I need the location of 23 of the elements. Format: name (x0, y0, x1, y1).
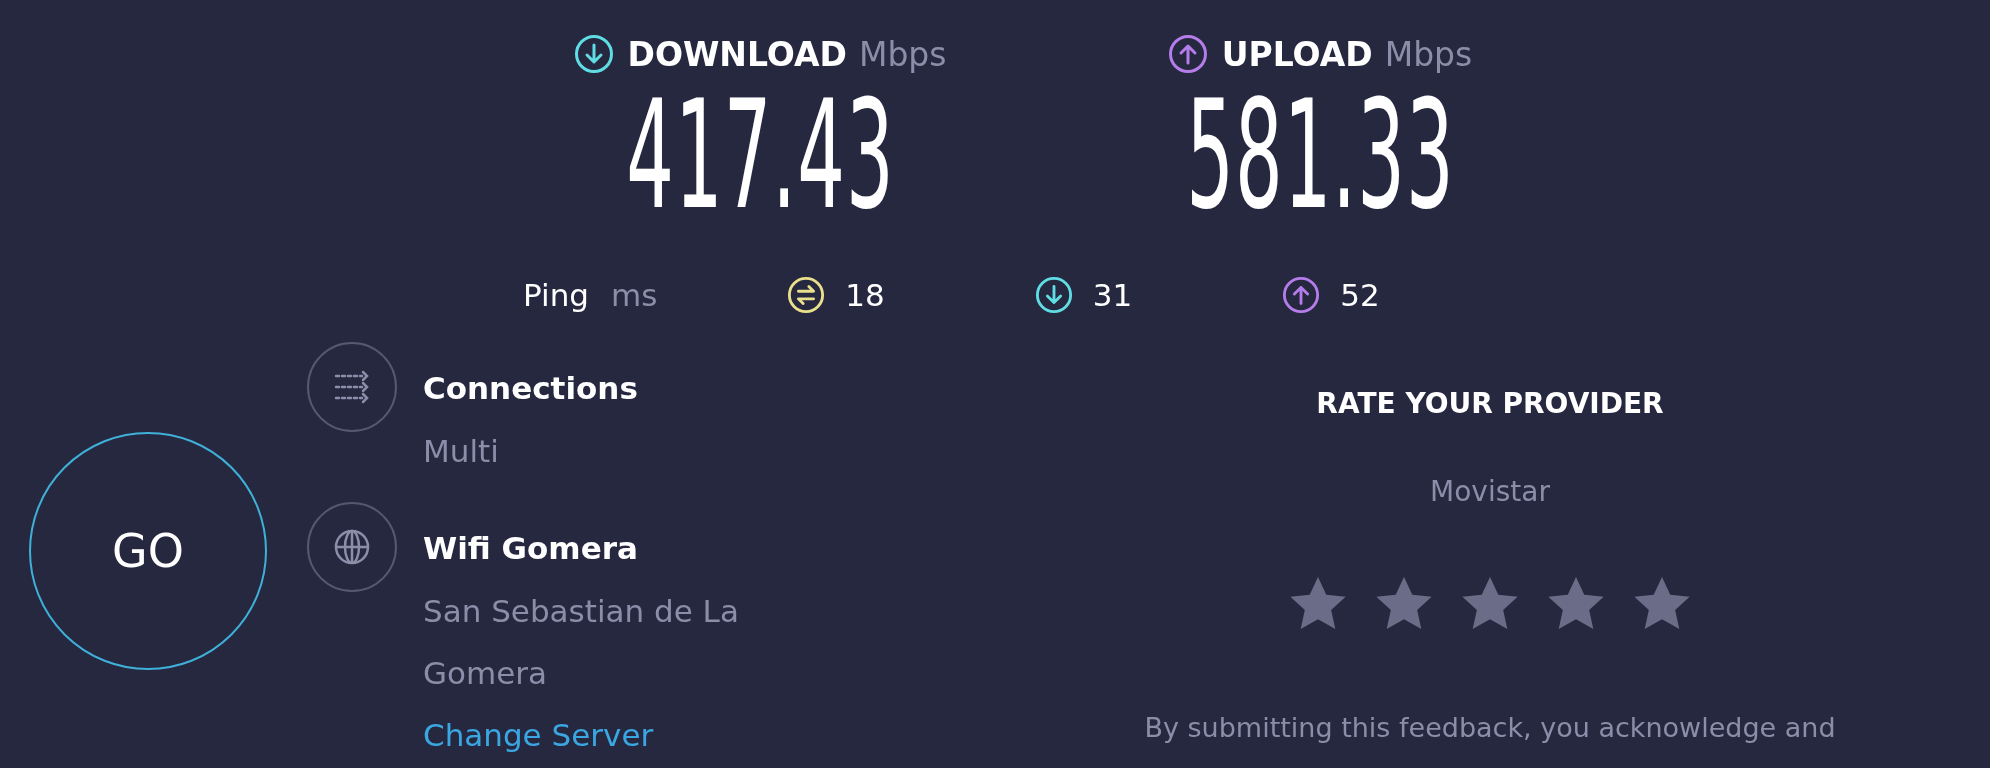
server-location: San Sebastian de La Gomera (423, 592, 740, 693)
ping-label: Ping (523, 277, 589, 313)
connections-icon (307, 342, 397, 432)
swap-arrows-icon (787, 276, 826, 314)
speed-value: 417.43 (625, 90, 895, 220)
ping-value: 52 (1340, 277, 1380, 313)
feedback-notice: By submitting this feedback, you acknowledge and (1144, 712, 1836, 743)
ping-value: 31 (1092, 277, 1133, 313)
connections-value: Multi (423, 432, 500, 471)
ping-value: 18 (845, 277, 885, 313)
change-server-link[interactable]: Change Server (423, 704, 843, 766)
globe-icon (307, 502, 397, 592)
provider-name: Movistar (1430, 474, 1550, 510)
speed-value: 581.33 (1185, 90, 1455, 220)
unit-label: Mbps (858, 34, 947, 74)
unit-label: ms (610, 277, 658, 313)
server-name: Wifi Gomera (423, 529, 639, 568)
go-button[interactable]: GO (29, 432, 267, 670)
speed-label: UPLOAD (1221, 34, 1373, 74)
rating-title: RATE YOUR PROVIDER (1316, 386, 1664, 422)
speed-label: DOWNLOAD (627, 34, 847, 74)
connections-title: Connections (423, 369, 639, 408)
unit-label: Mbps (1384, 34, 1473, 74)
